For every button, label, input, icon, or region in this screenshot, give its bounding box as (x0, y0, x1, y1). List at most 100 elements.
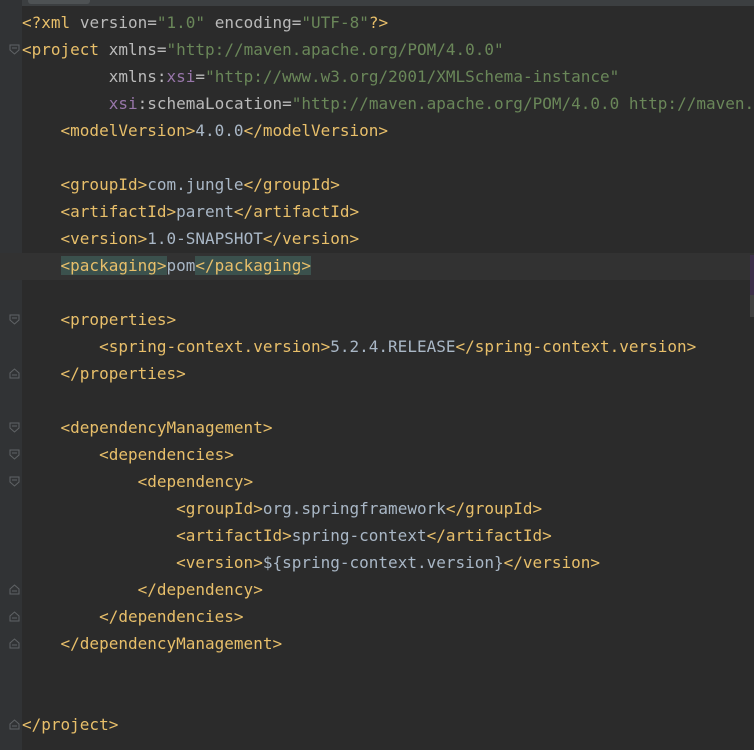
tag-text: parent (176, 202, 234, 221)
attr-value: "http://maven.apache.org/POM/4.0.0 http:… (291, 94, 754, 113)
code-line-properties-close[interactable]: </properties> (22, 360, 186, 387)
fold-close-icon[interactable] (9, 719, 20, 730)
code-line-dependency-management-close[interactable]: </dependencyManagement> (22, 630, 283, 657)
tag-close: </groupId> (243, 175, 340, 194)
tag-close: </spring-context.version> (455, 337, 697, 356)
attr-name: encoding (214, 13, 292, 32)
tag-close-matched: </packaging> (195, 256, 311, 275)
code-editor[interactable]: <?xml version="1.0" encoding="UTF-8"?> <… (0, 0, 754, 750)
attr-name: version (79, 13, 148, 32)
code-line-group-id[interactable]: <groupId>com.jungle</groupId> (22, 171, 340, 198)
attr-eq: = (195, 67, 206, 86)
code-line-dependencies-open[interactable]: <dependencies> (22, 441, 234, 468)
tag-close: </version> (262, 229, 360, 248)
tag-open: <artifactId> (176, 526, 292, 545)
tag-open: <properties> (60, 310, 177, 329)
code-line-properties-open[interactable]: <properties> (22, 306, 177, 333)
fold-close-icon[interactable] (9, 638, 20, 649)
scrollbar-marker[interactable] (750, 255, 754, 295)
attr-eq: = (291, 13, 302, 32)
tag-close: </groupId> (445, 499, 543, 518)
fold-open-icon[interactable] (9, 314, 20, 325)
code-line-project-close[interactable]: </project> (22, 711, 118, 738)
attr-colon: : (137, 94, 148, 113)
tag-open: <project (22, 40, 100, 59)
fold-open-icon[interactable] (9, 476, 20, 487)
editor-tab[interactable] (28, 0, 90, 4)
tag-open: <spring-context.version> (99, 337, 331, 356)
fold-open-icon[interactable] (9, 449, 20, 460)
namespace: xsi (108, 94, 138, 113)
code-line-model-version[interactable]: <modelVersion>4.0.0</modelVersion> (22, 117, 389, 144)
tag-text: 1.0-SNAPSHOT (147, 229, 263, 248)
code-line-spring-context-version[interactable]: <spring-context.version>5.2.4.RELEASE</s… (22, 333, 696, 360)
code-line-project-open[interactable]: <project xmlns="http://maven.apache.org/… (22, 36, 504, 63)
code-line-packaging[interactable]: <packaging>pom</packaging> (22, 252, 311, 279)
fold-close-icon[interactable] (9, 584, 20, 595)
tag-close: </dependencies> (99, 607, 244, 626)
fold-close-icon[interactable] (9, 368, 20, 379)
attr-colon: : (156, 67, 167, 86)
fold-open-icon[interactable] (9, 44, 20, 55)
tag-close: </modelVersion> (243, 121, 389, 140)
attr-value: "http://www.w3.org/2001/XMLSchema-instan… (205, 67, 620, 86)
tag-text: pom (166, 256, 196, 275)
code-line-dep-version[interactable]: <version>${spring-context.version}</vers… (22, 549, 600, 576)
code-line-dependency-open[interactable]: <dependency> (22, 468, 254, 495)
tag-close: </artifactId> (426, 526, 552, 545)
tag-open-matched: <packaging> (60, 256, 167, 275)
tag-open: <artifactId> (60, 202, 177, 221)
attr-name: schemaLocation (147, 94, 283, 113)
code-line-xml-declaration[interactable]: <?xml version="1.0" encoding="UTF-8"?> (22, 9, 388, 36)
tag-text: org.springframework (262, 499, 446, 518)
tag-open: <groupId> (60, 175, 148, 194)
scrollbar-marker[interactable] (750, 295, 754, 317)
tag-text: 5.2.4.RELEASE (330, 337, 456, 356)
fold-open-icon[interactable] (9, 422, 20, 433)
tag-close: </properties> (60, 364, 186, 383)
code-line-schema-location[interactable]: xsi:schemaLocation="http://maven.apache.… (22, 90, 754, 117)
tag-text: com.jungle (147, 175, 244, 194)
namespace: xsi (166, 67, 196, 86)
xml-keyword: xml (41, 13, 71, 32)
attr-eq: = (156, 40, 167, 59)
code-line-xmlns-xsi[interactable]: xmlns:xsi="http://www.w3.org/2001/XMLSch… (22, 63, 620, 90)
tag-text: spring-context (291, 526, 427, 545)
tag-close: </dependencyManagement> (60, 634, 283, 653)
tag-open: <dependencyManagement> (60, 418, 273, 437)
tag-close: </artifactId> (233, 202, 360, 221)
code-line-version[interactable]: <version>1.0-SNAPSHOT</version> (22, 225, 360, 252)
tag-text: ${spring-context.version} (262, 553, 504, 572)
code-line-dependency-management-open[interactable]: <dependencyManagement> (22, 414, 273, 441)
tag-close: </version> (503, 553, 600, 572)
tag-text: 4.0.0 (195, 121, 244, 140)
code-line-dep-artifact-id[interactable]: <artifactId>spring-context</artifactId> (22, 522, 552, 549)
attr-name: xmlns (108, 67, 157, 86)
attr-eq: = (147, 13, 157, 32)
attr-value: "UTF-8" (301, 13, 369, 32)
code-line-dependencies-close[interactable]: </dependencies> (22, 603, 244, 630)
code-line-dep-group-id[interactable]: <groupId>org.springframework</groupId> (22, 495, 542, 522)
code-line-dependency-close[interactable]: </dependency> (22, 576, 263, 603)
tag-open: <dependency> (137, 472, 254, 491)
code-line-artifact-id[interactable]: <artifactId>parent</artifactId> (22, 198, 360, 225)
attr-name: xmlns (108, 40, 157, 59)
fold-close-icon[interactable] (9, 611, 20, 622)
